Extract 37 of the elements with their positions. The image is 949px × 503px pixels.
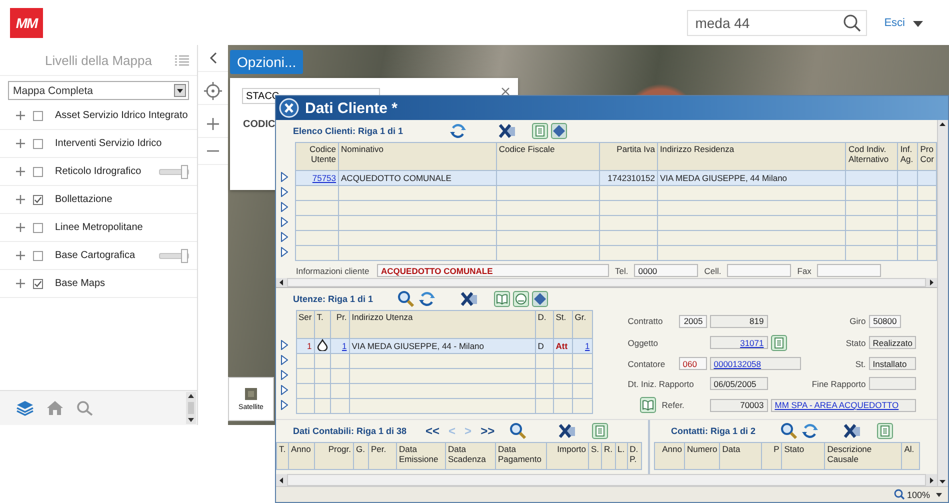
table-cell: VIA MEDA GIUSEPPE, 44 - Milano [352, 341, 484, 351]
contract-number-field: 819 [710, 314, 768, 328]
column-heading: CODIC [243, 119, 276, 130]
dialog-title: Dati Cliente * [305, 100, 398, 116]
client-info-field: ACQUEDOTTO COMUNALE [377, 264, 609, 277]
field-label: Oggetto [628, 338, 659, 348]
table-cell: VIA MEDA GIUSEPPE, 44 Milano [660, 173, 788, 183]
field-label: Tel. [615, 266, 628, 276]
field-label: Stato [844, 338, 866, 348]
referent-code-field: 70003 [710, 398, 768, 412]
table-cell: 1742310152 [608, 173, 655, 183]
table-cell: Att [556, 341, 568, 351]
round-field: 50800 [868, 314, 901, 328]
field-label: St. [854, 358, 866, 369]
meter-status-field: Installato [868, 357, 916, 370]
start-date-field: 06/05/2005 [710, 377, 768, 390]
field-label: Dt. Iniz. Rapporto [628, 378, 695, 389]
field-label: Fine Rapporto [810, 378, 866, 389]
section-caption: Contatti: Riga 1 di 2 [671, 426, 756, 436]
contract-year-field: 2005 [678, 314, 707, 328]
table-cell: D [538, 341, 544, 351]
panel-title: Livelli della Mappa [45, 52, 152, 68]
meter-code-field: 060 [678, 357, 707, 370]
section-caption: Utenze: Riga 1 di 1 [293, 294, 374, 304]
table-cell: 1 [307, 341, 312, 351]
section-caption: Dati Contabili: Riga 1 di 38 [293, 426, 407, 436]
table-cell: ACQUEDOTTO COMUNALE [341, 173, 452, 183]
field-label: Giro [848, 316, 866, 326]
section-caption: Elenco Clienti: Riga 1 di 1 [293, 126, 404, 136]
field-label: Informazioni cliente [296, 266, 370, 276]
field-label: Fax [797, 266, 812, 276]
phone-field: 0000 [634, 264, 698, 277]
field-label: Contratto [628, 316, 664, 326]
field-label: Contatore [628, 358, 666, 369]
field-label: Refer. [662, 400, 684, 410]
field-label: Cell. [704, 266, 722, 276]
status-field: Realizzato [868, 336, 916, 350]
